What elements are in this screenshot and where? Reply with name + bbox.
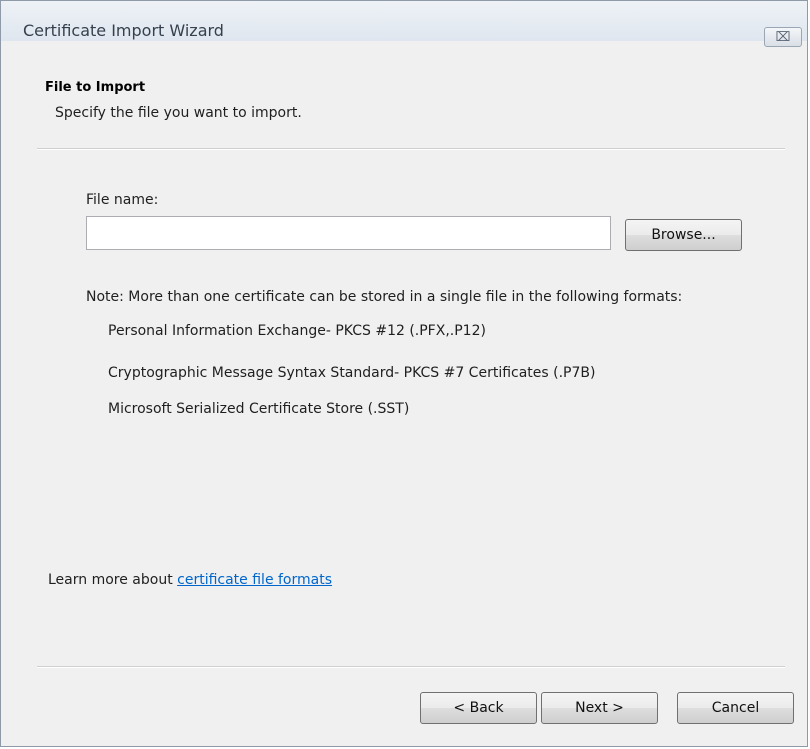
- next-button[interactable]: Next >: [541, 692, 658, 724]
- format-sst: Microsoft Serialized Certificate Store (…: [108, 401, 410, 417]
- browse-button[interactable]: Browse...: [625, 219, 742, 251]
- header-divider: [37, 148, 785, 150]
- close-button[interactable]: ⌧: [764, 27, 802, 47]
- learn-more-text: Learn more about certificate file format…: [48, 572, 332, 588]
- window-title: Certificate Import Wizard: [23, 21, 224, 40]
- file-name-input[interactable]: [86, 216, 611, 250]
- cancel-button[interactable]: Cancel: [677, 692, 794, 724]
- footer-divider: [37, 666, 785, 668]
- back-button[interactable]: < Back: [420, 692, 537, 724]
- title-bar: Certificate Import Wizard ⌧: [1, 1, 807, 47]
- page-title: File to Import: [45, 80, 146, 95]
- note-text: Note: More than one certificate can be s…: [86, 289, 683, 305]
- close-icon: ⌧: [775, 29, 791, 45]
- certificate-import-wizard-window: Certificate Import Wizard ⌧ File to Impo…: [0, 0, 808, 747]
- certificate-file-formats-link[interactable]: certificate file formats: [177, 572, 332, 588]
- learn-more-prefix: Learn more about: [48, 572, 178, 588]
- file-name-label: File name:: [86, 192, 159, 208]
- format-pfx: Personal Information Exchange- PKCS #12 …: [108, 323, 486, 339]
- page-subtitle: Specify the file you want to import.: [55, 105, 302, 121]
- format-p7b: Cryptographic Message Syntax Standard- P…: [108, 365, 596, 381]
- wizard-body: [9, 49, 799, 739]
